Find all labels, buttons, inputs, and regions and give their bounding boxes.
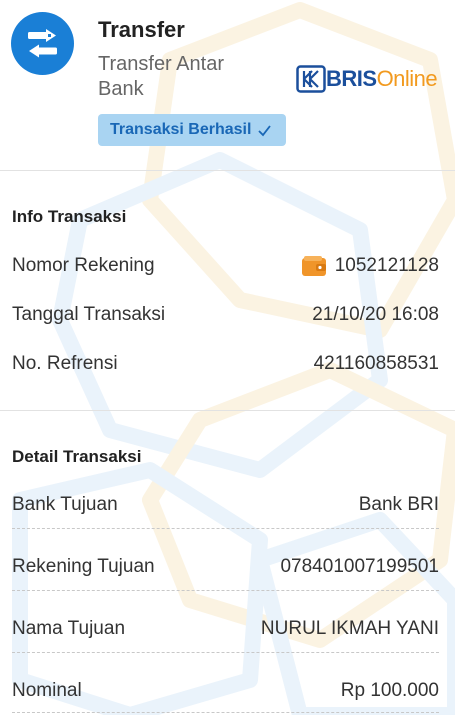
row-separator	[12, 528, 439, 529]
detail-value: Rp 100.000	[340, 680, 439, 701]
detail-label: Bank Tujuan	[12, 494, 118, 515]
section-divider	[0, 170, 455, 171]
detail-row-amount: Nominal Rp 100.000	[12, 676, 439, 706]
detail-row-destination-account: Rekening Tujuan 078401007199501	[12, 552, 439, 582]
row-separator	[12, 712, 439, 713]
wallet-icon	[301, 256, 326, 276]
page-title: Transfer	[98, 17, 185, 42]
detail-value: 078401007199501	[280, 556, 439, 577]
detail-label: Rekening Tujuan	[12, 556, 155, 577]
transaction-header: Transfer Transfer Antar Bank BRISOnline …	[0, 0, 455, 170]
detail-label: Nominal	[12, 680, 82, 701]
row-separator	[12, 652, 439, 653]
detail-label: Nama Tujuan	[12, 618, 126, 639]
info-value: 1052121128	[334, 255, 439, 276]
detail-row-destination-name: Nama Tujuan NURUL IKMAH YANI	[12, 614, 439, 644]
logo-text-bris: BRIS	[326, 66, 377, 91]
info-label: No. Refrensi	[12, 353, 118, 374]
detail-value: NURUL IKMAH YANI	[260, 618, 439, 639]
section-divider	[0, 410, 455, 411]
info-value: 21/10/20 16:08	[312, 304, 439, 325]
checkmark-icon	[258, 124, 272, 136]
detail-section-title: Detail Transaksi	[12, 447, 142, 466]
bris-online-logo: BRISOnline	[296, 62, 438, 96]
info-row-reference-number: No. Refrensi 421160858531	[12, 349, 439, 379]
info-row-transaction-date: Tanggal Transaksi 21/10/20 16:08	[12, 300, 439, 330]
transfer-arrows-icon	[28, 29, 57, 58]
bris-logo-mark-icon	[296, 65, 326, 93]
detail-value: Bank BRI	[358, 494, 439, 515]
transfer-app-icon	[11, 12, 74, 75]
info-section-title: Info Transaksi	[12, 207, 127, 226]
info-value: 421160858531	[313, 353, 439, 374]
row-separator	[12, 590, 439, 591]
status-badge: Transaksi Berhasil	[98, 114, 287, 146]
info-row-account-number: Nomor Rekening 1052121128	[12, 251, 439, 281]
logo-text-online: Online	[376, 66, 438, 91]
info-label: Tanggal Transaksi	[12, 304, 166, 325]
info-label: Nomor Rekening	[12, 255, 155, 276]
page-subtitle: Transfer Antar Bank	[98, 53, 224, 100]
status-badge-label: Transaksi Berhasil	[110, 121, 252, 138]
detail-row-destination-bank: Bank Tujuan Bank BRI	[12, 490, 439, 520]
